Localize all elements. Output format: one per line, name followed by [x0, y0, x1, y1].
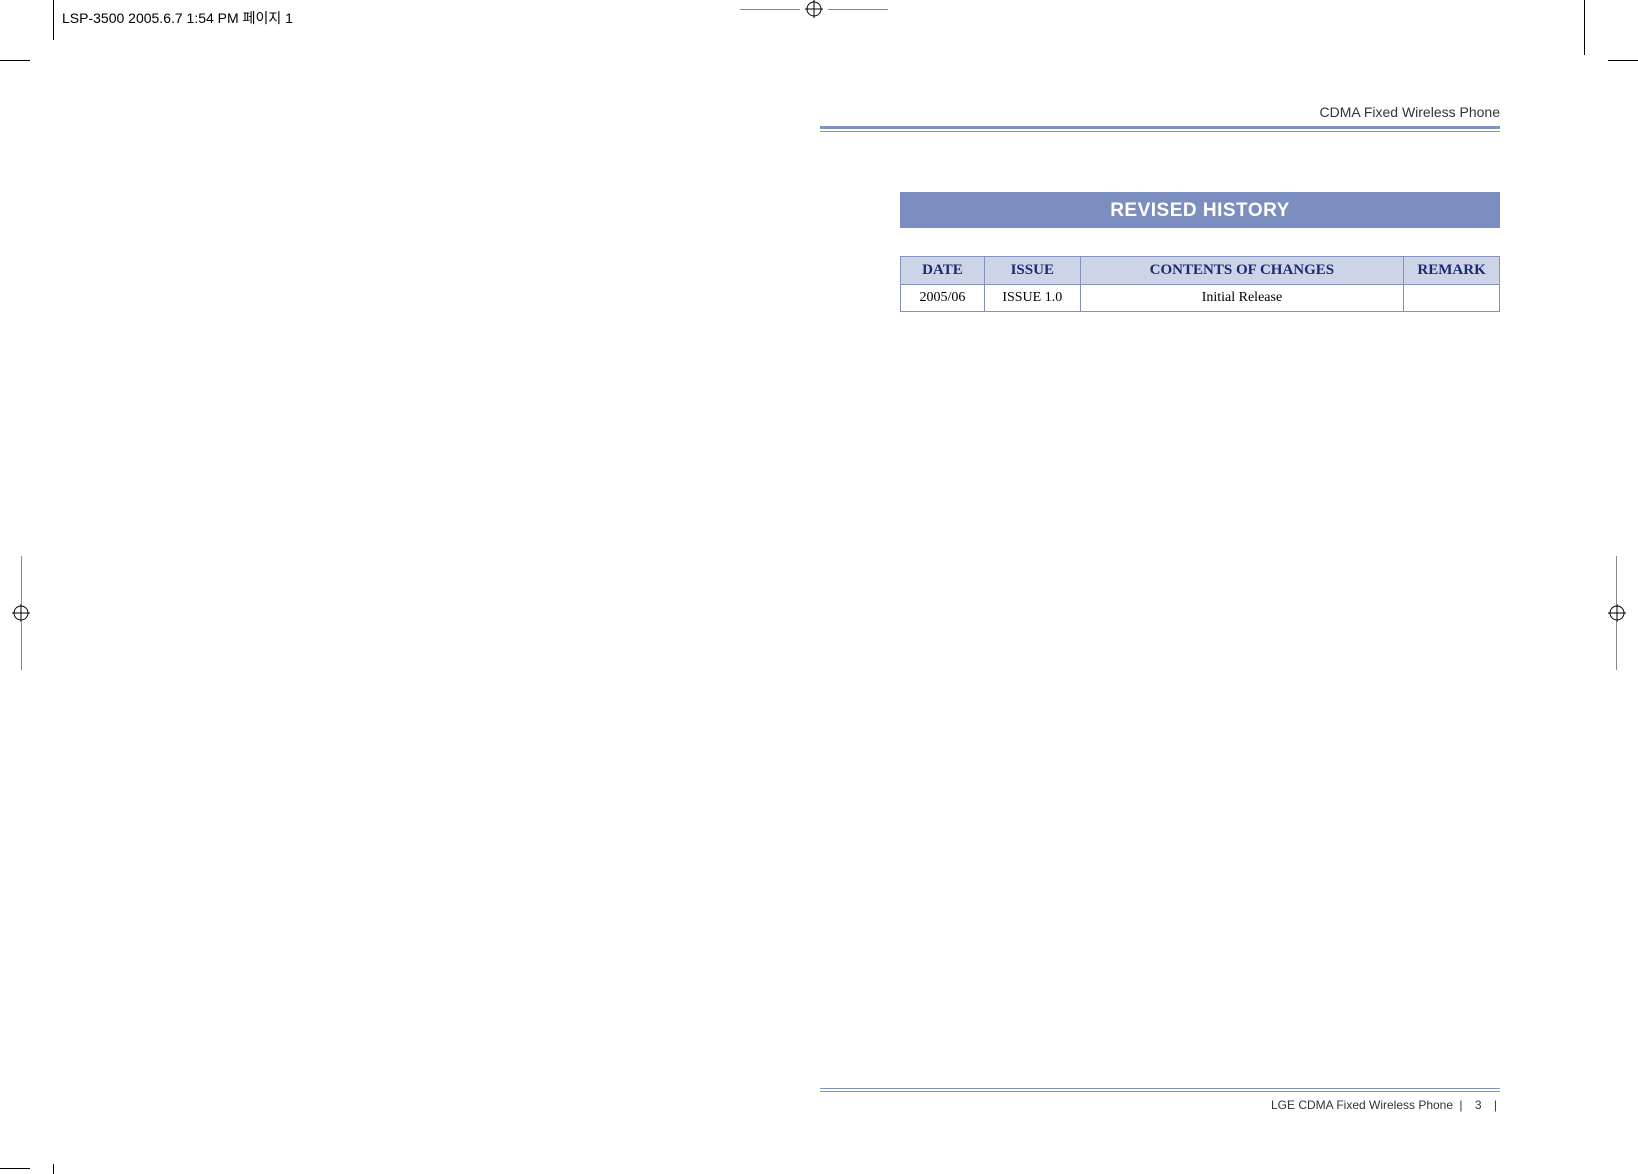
col-header-issue: ISSUE: [984, 257, 1080, 285]
table-row: 2005/06 ISSUE 1.0 Initial Release: [901, 285, 1500, 312]
cell-remark: [1404, 285, 1500, 312]
crop-mark: [53, 0, 54, 40]
content-block: REVISED HISTORY DATE ISSUE CONTENTS OF C…: [900, 192, 1500, 312]
footer-separator: |: [1491, 1098, 1500, 1112]
crop-mark: [1608, 60, 1638, 61]
page-footer: LGE CDMA Fixed Wireless Phone | 3 |: [820, 1088, 1500, 1112]
registration-line: [21, 622, 22, 670]
cell-issue: ISSUE 1.0: [984, 285, 1080, 312]
registration-mark-icon: [12, 604, 30, 622]
col-header-contents: CONTENTS OF CHANGES: [1080, 257, 1403, 285]
crop-mark: [1584, 0, 1585, 55]
revision-history-table: DATE ISSUE CONTENTS OF CHANGES REMARK 20…: [900, 256, 1500, 312]
registration-line: [1616, 556, 1617, 604]
registration-mark-icon: [1608, 604, 1626, 622]
cell-contents: Initial Release: [1080, 285, 1403, 312]
crop-mark: [0, 60, 30, 61]
footer-page-number: 3: [1469, 1098, 1488, 1112]
crop-mark: [53, 1164, 54, 1174]
footer-rule: [820, 1091, 1500, 1092]
footer-product-name: LGE CDMA Fixed Wireless Phone: [1271, 1098, 1453, 1112]
cell-date: 2005/06: [901, 285, 985, 312]
registration-mark-icon: [805, 0, 823, 18]
header-rule: [820, 131, 1500, 132]
header-rule: [820, 126, 1500, 129]
section-title-banner: REVISED HISTORY: [900, 192, 1500, 228]
col-header-remark: REMARK: [1404, 257, 1500, 285]
page-header-title: CDMA Fixed Wireless Phone: [820, 80, 1560, 124]
footer-rule: [820, 1088, 1500, 1089]
crop-mark: [0, 1168, 30, 1169]
document-page: CDMA Fixed Wireless Phone REVISED HISTOR…: [820, 80, 1560, 1130]
registration-line: [740, 9, 800, 10]
registration-line: [21, 556, 22, 604]
registration-line: [828, 9, 888, 10]
footer-text: LGE CDMA Fixed Wireless Phone | 3 |: [820, 1098, 1500, 1112]
registration-line: [1616, 622, 1617, 670]
table-header-row: DATE ISSUE CONTENTS OF CHANGES REMARK: [901, 257, 1500, 285]
footer-separator: |: [1456, 1098, 1465, 1112]
print-job-header: LSP-3500 2005.6.7 1:54 PM 페이지 1: [62, 8, 293, 28]
col-header-date: DATE: [901, 257, 985, 285]
